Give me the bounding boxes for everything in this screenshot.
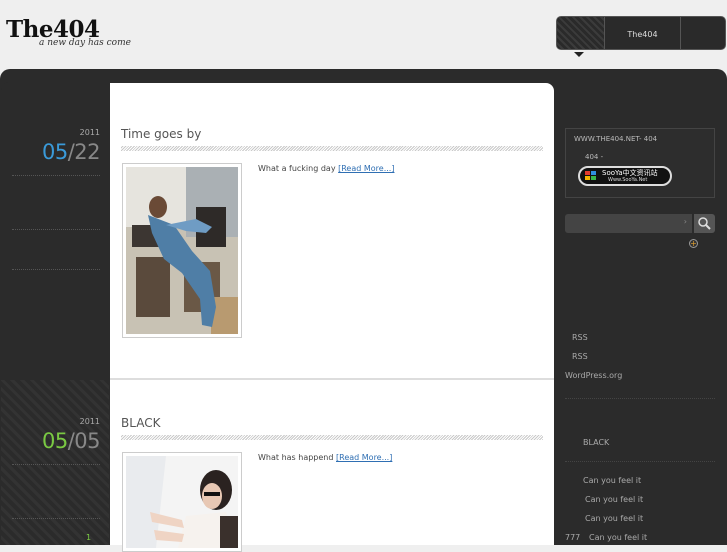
meta-link-rss[interactable]: RSS bbox=[572, 333, 588, 342]
divider bbox=[12, 464, 100, 465]
meta-link-comments-rss[interactable]: RSS bbox=[572, 352, 588, 361]
sidebar-divider bbox=[565, 398, 715, 399]
post-date: 05/05 bbox=[41, 429, 101, 453]
post-month: 05 bbox=[41, 429, 68, 453]
top-navigation: The404 bbox=[556, 16, 726, 57]
post-excerpt: What a fucking day [Read More...] bbox=[258, 164, 395, 173]
search-icon bbox=[698, 217, 711, 230]
badge-title: SooYa中文资讯站 bbox=[602, 169, 658, 177]
about-text: WWW.THE404.NET- 404 bbox=[574, 135, 658, 143]
post-month: 05 bbox=[41, 140, 68, 164]
add-icon[interactable]: + bbox=[689, 239, 698, 248]
post-divider bbox=[110, 378, 554, 380]
search-button[interactable] bbox=[694, 214, 715, 233]
post-day: 22 bbox=[74, 140, 100, 164]
post-date: 05/22 bbox=[41, 140, 101, 164]
nav-active-indicator-icon bbox=[574, 52, 584, 57]
about-subtext: 404 - bbox=[585, 153, 604, 161]
post-thumbnail[interactable] bbox=[122, 163, 242, 338]
date-column-pattern bbox=[1, 380, 109, 545]
read-more-link[interactable]: [Read More...] bbox=[336, 453, 392, 462]
read-more-link[interactable]: [Read More...] bbox=[338, 164, 394, 173]
category-link[interactable]: BLACK bbox=[583, 438, 609, 447]
badge-url: Www.SooYa.Net bbox=[608, 177, 648, 183]
sidebar-about-box: WWW.THE404.NET- 404 404 - SooYa中文资讯站 Www… bbox=[565, 128, 715, 198]
search-input[interactable]: › bbox=[565, 214, 692, 233]
post-title[interactable]: Time goes by bbox=[121, 127, 201, 141]
site-tagline: a new day has come bbox=[39, 38, 131, 48]
post-year: 2011 bbox=[79, 417, 100, 426]
recent-post-link[interactable]: Can you feel it bbox=[583, 476, 641, 485]
title-underline bbox=[121, 435, 543, 440]
post-excerpt: What has happend [Read More...] bbox=[258, 453, 393, 462]
post-thumbnail[interactable] bbox=[122, 452, 242, 552]
post-title[interactable]: BLACK bbox=[121, 416, 160, 430]
post-day: 05 bbox=[74, 429, 100, 453]
divider bbox=[12, 518, 100, 519]
nav-home-tab[interactable] bbox=[557, 17, 605, 49]
divider bbox=[12, 175, 100, 176]
sooya-logo-icon bbox=[585, 171, 597, 181]
photo-image bbox=[126, 456, 238, 548]
photo-image bbox=[126, 167, 238, 334]
meta-link-wordpress[interactable]: WordPress.org bbox=[565, 371, 622, 380]
post-year: 2011 bbox=[79, 128, 100, 137]
recent-post-link[interactable]: Can you feel it bbox=[585, 495, 643, 504]
sooya-badge[interactable]: SooYa中文资讯站 Www.SooYa.Net bbox=[578, 166, 672, 186]
recent-post-link[interactable]: Can you feel it bbox=[589, 533, 647, 542]
divider bbox=[12, 229, 100, 230]
title-underline bbox=[121, 146, 543, 151]
nav-item-the404[interactable]: The404 bbox=[605, 17, 681, 49]
page-number[interactable]: 1 bbox=[86, 533, 91, 542]
sidebar-divider bbox=[565, 461, 715, 462]
divider bbox=[12, 269, 100, 270]
site-logo[interactable]: The404 a new day has come bbox=[6, 16, 131, 48]
recent-post-link[interactable]: Can you feel it bbox=[585, 514, 643, 523]
search-caret: › bbox=[683, 217, 687, 226]
recent-post-prefix: 777 bbox=[565, 533, 581, 542]
